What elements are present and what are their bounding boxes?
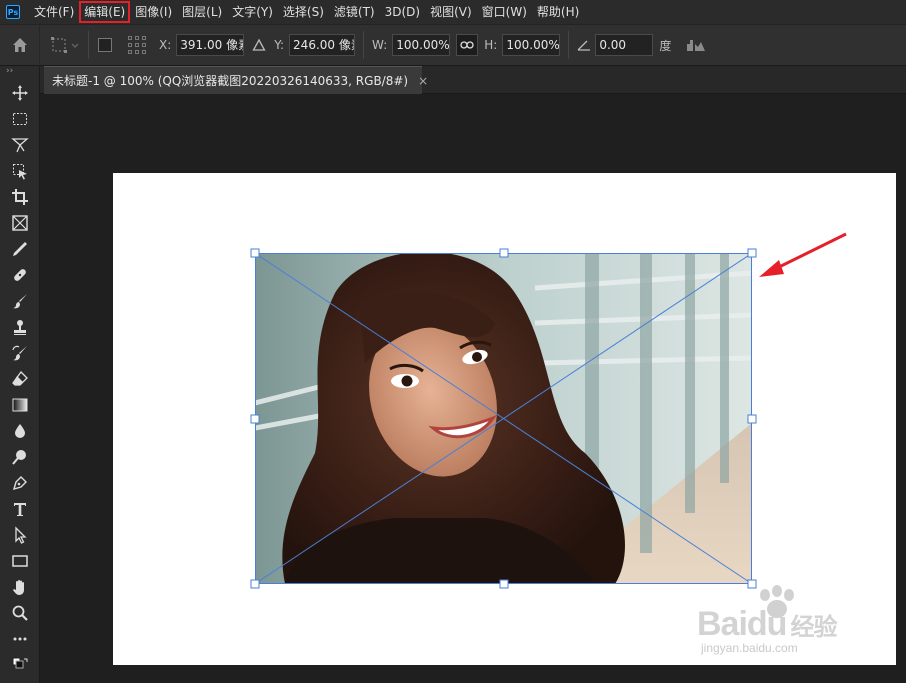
brush-tool[interactable] <box>0 288 40 314</box>
options-bar: X: 391.00 像素 Y: 246.00 像素 W: 100.00% H: … <box>0 24 906 66</box>
tools-panel: ›› <box>0 66 40 683</box>
hand-icon <box>13 580 24 595</box>
type-icon <box>14 503 26 516</box>
watermark-brand: Baidu <box>697 605 787 643</box>
object-selection-icon <box>13 164 27 180</box>
baidu-jingyan-watermark: Baidu 经验 jingyan.baidu.com <box>695 583 865 655</box>
x-position-input[interactable]: 391.00 像素 <box>176 34 245 56</box>
marquee-tool[interactable] <box>0 106 40 132</box>
crop-icon <box>12 189 28 205</box>
gradient-tool[interactable] <box>0 392 40 418</box>
hand-tool[interactable] <box>0 574 40 600</box>
eraser-icon <box>12 371 28 386</box>
menu-help[interactable]: 帮助(H) <box>533 2 583 22</box>
document-tab-bar: 未标题-1 @ 100% (QQ浏览器截图20220326140633, RGB… <box>40 66 906 94</box>
width-input[interactable]: 100.00% <box>392 34 451 56</box>
menu-window[interactable]: 窗口(W) <box>478 2 531 22</box>
divider <box>363 31 365 59</box>
menu-layer[interactable]: 图层(L) <box>178 2 226 22</box>
menu-select[interactable]: 选择(S) <box>279 2 328 22</box>
blur-drop-icon <box>15 424 25 438</box>
rectangular-marquee-icon <box>13 113 27 125</box>
zoom-magnifier-icon <box>12 605 28 621</box>
menu-bar: Ps 文件(F) 编辑(E) 图像(I) 图层(L) 文字(Y) 选择(S) 滤… <box>0 0 906 24</box>
home-button[interactable] <box>0 24 40 66</box>
arrow-pointer-icon <box>15 526 27 544</box>
document-title: 未标题-1 @ 100% (QQ浏览器截图20220326140633, RGB… <box>52 74 409 88</box>
height-input[interactable]: 100.00% <box>502 34 561 56</box>
frame-tool[interactable] <box>0 210 40 236</box>
frame-icon <box>12 215 28 231</box>
workspace: Baidu 经验 jingyan.baidu.com <box>40 94 906 683</box>
menu-filter[interactable]: 滤镜(T) <box>330 2 379 22</box>
eraser-tool[interactable] <box>0 366 40 392</box>
type-tool[interactable] <box>0 496 40 522</box>
document-canvas[interactable]: Baidu 经验 jingyan.baidu.com <box>113 173 896 665</box>
document-tab[interactable]: 未标题-1 @ 100% (QQ浏览器截图20220326140633, RGB… <box>44 66 428 94</box>
object-selection-tool[interactable] <box>0 158 40 184</box>
menu-3d[interactable]: 3D(D) <box>381 2 424 22</box>
healing-brush-tool[interactable] <box>0 262 40 288</box>
divider <box>88 31 89 59</box>
clone-stamp-tool[interactable] <box>0 314 40 340</box>
photoshop-logo-icon[interactable]: Ps <box>6 5 20 19</box>
reference-point-checkbox[interactable] <box>97 37 113 53</box>
home-icon <box>12 38 27 52</box>
h-label: H: <box>484 38 498 52</box>
move-tool[interactable] <box>0 80 40 106</box>
watermark-url: jingyan.baidu.com <box>701 641 798 655</box>
menu-image[interactable]: 图像(I) <box>131 2 176 22</box>
menu-type[interactable]: 文字(Y) <box>228 2 277 22</box>
history-brush-icon <box>12 345 27 361</box>
more-tools[interactable] <box>0 626 40 652</box>
free-transform-box[interactable] <box>255 253 752 584</box>
delta-relative-icon[interactable] <box>252 38 266 52</box>
interpolation-icon[interactable] <box>686 38 706 52</box>
bandage-icon <box>14 269 26 281</box>
link-icon <box>460 41 474 49</box>
close-icon[interactable]: × <box>418 74 428 88</box>
more-dots-icon <box>13 637 27 641</box>
blur-tool[interactable] <box>0 418 40 444</box>
eyedropper-icon <box>13 242 27 256</box>
menu-file[interactable]: 文件(F) <box>30 2 78 22</box>
zoom-tool[interactable] <box>0 600 40 626</box>
menu-view[interactable]: 视图(V) <box>426 2 476 22</box>
rotate-angle-input[interactable]: 0.00 <box>595 34 654 56</box>
link-aspect-button[interactable] <box>456 34 479 56</box>
transform-tool-preset-icon[interactable] <box>50 36 80 54</box>
menu-edit[interactable]: 编辑(E) <box>79 1 131 23</box>
w-label: W: <box>372 38 388 52</box>
reference-point-grid-icon[interactable] <box>127 35 147 55</box>
lasso-icon <box>11 138 29 153</box>
annotation-arrow-icon <box>759 232 847 277</box>
crop-tool[interactable] <box>0 184 40 210</box>
brush-icon <box>13 294 27 309</box>
color-swatches[interactable] <box>0 652 40 678</box>
dodge-tool[interactable] <box>0 444 40 470</box>
collapse-panel-icon[interactable]: ›› <box>0 66 39 80</box>
x-label: X: <box>159 38 172 52</box>
swap-colors-icon <box>12 657 28 669</box>
dodge-icon <box>12 450 26 465</box>
pen-icon <box>12 476 27 491</box>
y-label: Y: <box>274 38 285 52</box>
lasso-tool[interactable] <box>0 132 40 158</box>
y-position-input[interactable]: 246.00 像素 <box>289 34 356 56</box>
path-selection-tool[interactable] <box>0 522 40 548</box>
rectangle-icon <box>12 555 28 567</box>
history-brush-tool[interactable] <box>0 340 40 366</box>
stamp-icon <box>14 320 26 335</box>
pen-tool[interactable] <box>0 470 40 496</box>
watermark-suffix: 经验 <box>790 614 837 641</box>
gradient-icon <box>12 398 28 412</box>
rectangle-tool[interactable] <box>0 548 40 574</box>
eyedropper-tool[interactable] <box>0 236 40 262</box>
divider <box>568 31 570 59</box>
move-icon <box>12 85 28 101</box>
angle-unit-label: 度 <box>659 38 672 53</box>
angle-icon <box>577 40 591 51</box>
